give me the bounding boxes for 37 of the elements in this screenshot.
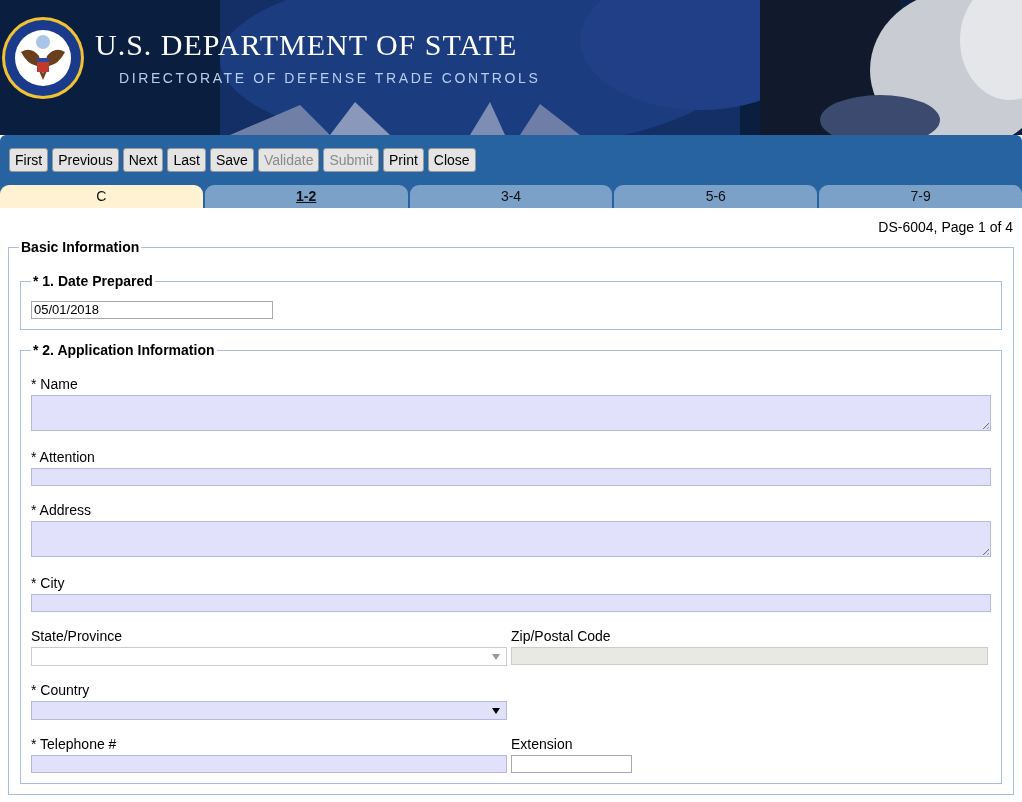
- page-tab[interactable]: 7-9: [819, 185, 1022, 208]
- toolbar-button[interactable]: Save: [209, 148, 254, 172]
- field-label: Zip/Postal Code: [511, 628, 612, 644]
- page-tab[interactable]: C: [0, 185, 203, 208]
- dropdown-field[interactable]: [31, 701, 507, 720]
- toolbar-button[interactable]: Previous: [52, 148, 119, 172]
- toolbar-button[interactable]: Next: [122, 148, 164, 172]
- page-info: DS-6004, Page 1 of 4: [878, 219, 1013, 235]
- field-label: * Address: [31, 502, 92, 518]
- group-legend: Basic Information: [19, 239, 142, 255]
- field-label: * Attention: [31, 449, 96, 465]
- toolbar-button[interactable]: Print: [383, 148, 424, 172]
- site-title: U.S. DEPARTMENT OF STATE: [95, 27, 519, 62]
- dropdown-arrow-icon: [492, 654, 500, 660]
- input-field[interactable]: [31, 755, 507, 773]
- text-area[interactable]: [31, 395, 991, 431]
- page-tab[interactable]: 1-2: [204, 185, 408, 208]
- site-subtitle: DIRECTORATE OF DEFENSE TRADE CONTROLS: [119, 69, 541, 86]
- field-label: * Name: [31, 376, 79, 392]
- toolbar-button[interactable]: Last: [167, 148, 206, 172]
- toolbar-button[interactable]: First: [9, 148, 49, 172]
- text-area[interactable]: [31, 521, 991, 557]
- input-field[interactable]: [31, 468, 991, 486]
- toolbar-button[interactable]: Close: [427, 148, 476, 172]
- input-field[interactable]: 05/01/2018: [31, 301, 273, 319]
- input-field[interactable]: [511, 755, 632, 773]
- field-label: * City: [31, 575, 66, 591]
- section-legend: * 1. Date Prepared: [31, 273, 155, 289]
- field-label: * Telephone #: [31, 736, 118, 752]
- page-tab[interactable]: 3-4: [409, 185, 613, 208]
- field-label: State/Province: [31, 628, 124, 644]
- section-legend: * 2. Application Information: [31, 342, 217, 358]
- dropdown-arrow-icon: [492, 708, 500, 714]
- input-field[interactable]: [31, 594, 991, 612]
- field-label: * Country: [31, 682, 91, 698]
- field-label: Extension: [511, 736, 574, 752]
- page-tab[interactable]: 5-6: [614, 185, 818, 208]
